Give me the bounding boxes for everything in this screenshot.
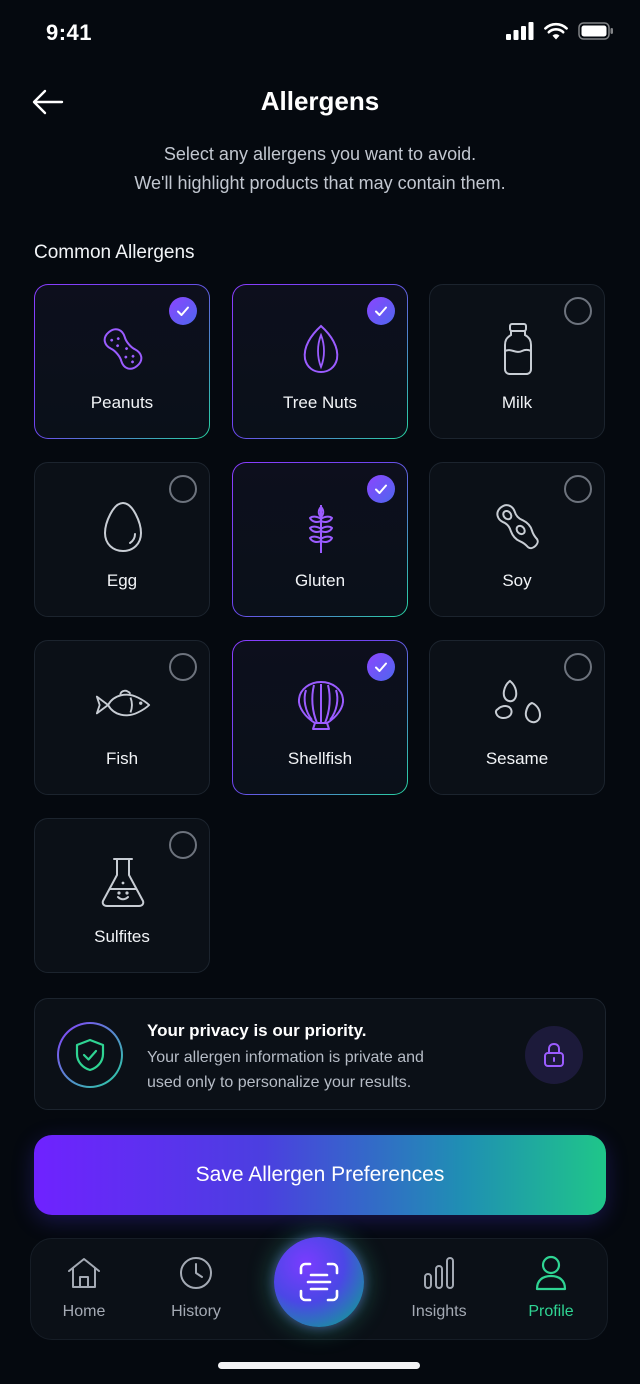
peanut-icon <box>95 321 151 377</box>
clock-icon <box>178 1255 214 1291</box>
home-indicator <box>218 1362 420 1369</box>
wheat-icon <box>293 499 349 555</box>
allergen-label: Sesame <box>485 749 549 768</box>
privacy-title: Your privacy is our priority. <box>147 1021 367 1040</box>
user-icon <box>533 1255 569 1291</box>
allergen-label: Sulfites <box>94 927 150 946</box>
status-time: 9:41 <box>46 20 93 45</box>
allergen-card-peanuts[interactable]: Peanuts <box>34 284 210 439</box>
section-title: Common Allergens <box>34 242 195 263</box>
subtitle-line-2: We'll highlight products that may contai… <box>134 173 506 193</box>
selection-checkbox[interactable] <box>169 831 197 859</box>
allergen-label: Shellfish <box>287 749 353 768</box>
status-icons <box>506 22 614 40</box>
scan-button[interactable] <box>274 1237 364 1327</box>
home-icon <box>66 1255 102 1291</box>
selection-checkbox[interactable] <box>367 475 395 503</box>
selection-checkbox[interactable] <box>564 653 592 681</box>
selection-checkbox[interactable] <box>367 297 395 325</box>
privacy-card: Your privacy is our priority. Your aller… <box>34 998 606 1110</box>
allergen-label: Egg <box>106 571 138 590</box>
shield-check-icon <box>57 1022 123 1088</box>
nav-item-profile[interactable]: Profile <box>501 1239 601 1341</box>
nav-item-insights[interactable]: Insights <box>389 1239 489 1341</box>
selection-checkbox[interactable] <box>169 653 197 681</box>
allergen-card-sesame[interactable]: Sesame <box>429 640 605 795</box>
milk-bottle-icon <box>490 321 546 377</box>
privacy-text-line-1: Your allergen information is private and <box>147 1049 424 1066</box>
allergen-label: Peanuts <box>90 393 154 412</box>
allergen-label: Fish <box>105 749 139 768</box>
fish-icon <box>95 677 151 733</box>
page-title: Allergens <box>260 86 380 116</box>
page-subtitle: Select any allergens you want to avoid. … <box>0 140 640 198</box>
wifi-icon <box>544 22 568 40</box>
privacy-text-line-2: used only to personalize your results. <box>147 1074 412 1091</box>
soybean-icon <box>490 499 546 555</box>
allergen-card-sulfites[interactable]: Sulfites <box>34 818 210 973</box>
checkmark-icon <box>375 306 387 316</box>
checkmark-icon <box>375 662 387 672</box>
nav-item-home[interactable]: Home <box>34 1239 134 1341</box>
cellular-signal-icon <box>506 22 534 40</box>
allergen-card-shellfish[interactable]: Shellfish <box>232 640 408 795</box>
allergen-label: Milk <box>501 393 533 412</box>
nav-label: Insights <box>411 1303 467 1320</box>
allergen-card-soy[interactable]: Soy <box>429 462 605 617</box>
nav-label: Home <box>62 1303 106 1320</box>
scan-icon <box>299 1262 339 1302</box>
checkmark-icon <box>177 306 189 316</box>
shell-icon <box>293 677 349 733</box>
save-allergen-preferences-button[interactable]: Save Allergen Preferences <box>34 1135 606 1215</box>
allergen-label: Tree Nuts <box>282 393 357 412</box>
battery-icon <box>578 22 613 40</box>
selection-checkbox[interactable] <box>169 297 197 325</box>
nav-label: Profile <box>528 1303 574 1320</box>
allergen-label: Gluten <box>294 571 346 590</box>
bar-chart-icon <box>421 1255 457 1291</box>
allergen-card-egg[interactable]: Egg <box>34 462 210 617</box>
privacy-text: Your allergen information is private and… <box>147 1045 467 1095</box>
bottom-navigation: Home History Insights Profile <box>30 1237 608 1341</box>
selection-checkbox[interactable] <box>169 475 197 503</box>
allergen-card-fish[interactable]: Fish <box>34 640 210 795</box>
flask-icon <box>95 855 151 911</box>
lock-icon <box>525 1026 583 1084</box>
status-bar: 9:41 <box>0 0 640 64</box>
nav-label: History <box>171 1303 221 1320</box>
egg-icon <box>95 499 151 555</box>
allergen-card-milk[interactable]: Milk <box>429 284 605 439</box>
subtitle-line-1: Select any allergens you want to avoid. <box>163 144 477 164</box>
allergen-label: Soy <box>502 571 532 590</box>
checkmark-icon <box>375 484 387 494</box>
almond-icon <box>293 321 349 377</box>
selection-checkbox[interactable] <box>564 475 592 503</box>
sesame-seeds-icon <box>490 677 546 733</box>
allergen-card-gluten[interactable]: Gluten <box>232 462 408 617</box>
selection-checkbox[interactable] <box>564 297 592 325</box>
nav-item-history[interactable]: History <box>146 1239 246 1341</box>
selection-checkbox[interactable] <box>367 653 395 681</box>
allergen-card-tree-nuts[interactable]: Tree Nuts <box>232 284 408 439</box>
